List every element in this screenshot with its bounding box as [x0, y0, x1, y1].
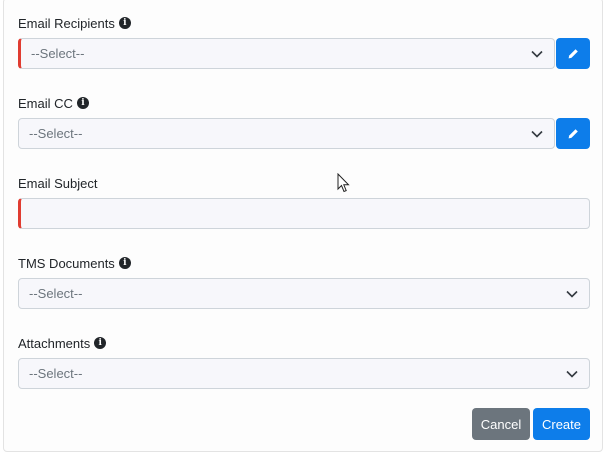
- email-subject-input[interactable]: [18, 198, 590, 229]
- info-icon[interactable]: i: [118, 17, 131, 29]
- email-cc-select[interactable]: --Select--: [18, 118, 555, 149]
- chevron-down-icon: [531, 130, 543, 138]
- tms-documents-select[interactable]: --Select--: [18, 278, 590, 309]
- email-subject-label: Email Subject: [18, 175, 98, 191]
- chevron-down-icon: [531, 50, 543, 58]
- chevron-down-icon: [566, 290, 578, 298]
- info-icon[interactable]: i: [118, 257, 131, 269]
- attachments-select[interactable]: --Select--: [18, 358, 590, 389]
- tms-documents-label: TMS Documents i: [18, 254, 131, 272]
- pencil-icon: [568, 49, 578, 59]
- mouse-cursor-icon: [337, 173, 350, 193]
- create-button[interactable]: Create: [533, 408, 590, 440]
- email-cc-label: Email CC i: [18, 94, 89, 112]
- cancel-button[interactable]: Cancel: [472, 408, 530, 440]
- info-icon[interactable]: i: [76, 97, 89, 109]
- pencil-icon: [568, 129, 578, 139]
- email-recipients-label: Email Recipients i: [18, 14, 131, 32]
- email-recipients-select[interactable]: --Select--: [18, 38, 555, 69]
- attachments-label: Attachments i: [18, 334, 107, 352]
- email-recipients-edit-button[interactable]: [556, 38, 590, 69]
- email-cc-edit-button[interactable]: [556, 118, 590, 149]
- chevron-down-icon: [566, 370, 578, 378]
- info-icon[interactable]: i: [94, 337, 107, 349]
